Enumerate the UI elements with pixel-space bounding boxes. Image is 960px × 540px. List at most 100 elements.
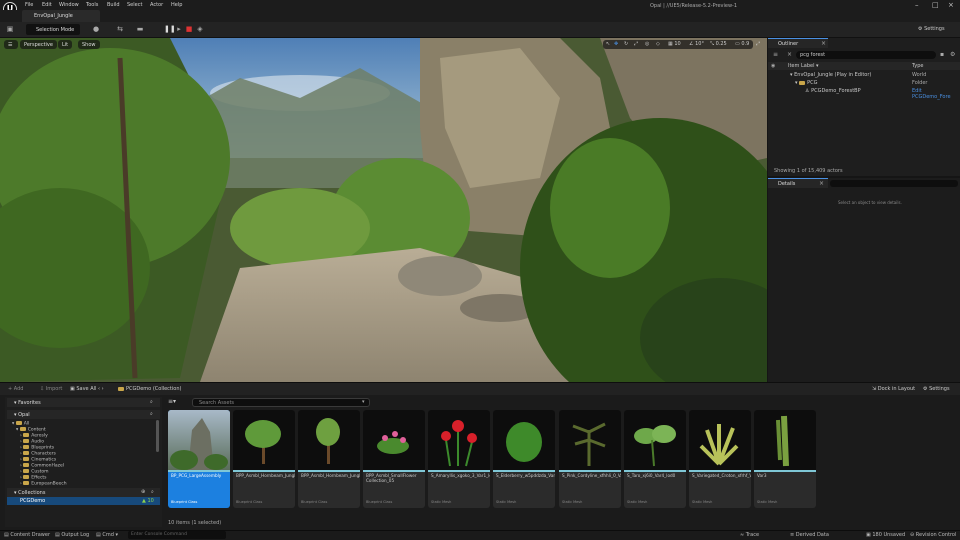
tree-item[interactable]: › EuropeanBeech: [20, 481, 67, 487]
tree-item-content[interactable]: ▾ Content: [16, 427, 46, 433]
gamepad-icon[interactable]: ◈: [196, 25, 204, 33]
level-tab[interactable]: EnvOpal_Jungle: [22, 10, 100, 22]
scale-icon[interactable]: ⤢: [634, 41, 638, 47]
cb-settings-button[interactable]: ⚙ Settings: [923, 386, 950, 392]
tree-item[interactable]: › Characters: [20, 451, 56, 457]
outliner-tab[interactable]: Outliner: [768, 38, 828, 48]
outliner-close-icon[interactable]: ×: [821, 40, 826, 47]
asset-tile[interactable]: BPP_Asmbl_SmallFlower Collection_05 Blue…: [363, 410, 425, 508]
outliner-row-world[interactable]: ▾ EnvOpal_Jungle (Play in Editor): [790, 72, 871, 79]
outliner-search-input[interactable]: pcg forest: [796, 51, 936, 59]
console-command-input[interactable]: Enter Console Command: [128, 531, 226, 539]
stop-icon[interactable]: ■: [185, 25, 193, 33]
menu-build[interactable]: Build: [107, 2, 120, 8]
menu-tools[interactable]: Tools: [86, 2, 98, 8]
item-label-column[interactable]: Item Label ▾: [788, 63, 819, 69]
add-folder-icon[interactable]: ▪: [940, 51, 944, 58]
show-button[interactable]: Show: [78, 40, 100, 49]
select-icon[interactable]: ↖: [606, 41, 610, 47]
maximize-icon[interactable]: □: [932, 1, 939, 9]
history-back-icon[interactable]: ‹ ›: [98, 386, 104, 392]
trace-button[interactable]: ≈ Trace: [740, 532, 759, 538]
clear-search-icon[interactable]: ×: [787, 51, 792, 58]
add-collection-icon[interactable]: ⊕: [141, 489, 145, 495]
filter-button[interactable]: ≡▾: [168, 398, 188, 407]
asset-search-input[interactable]: Search Assets: [192, 398, 370, 407]
lit-button[interactable]: Lit: [58, 40, 73, 49]
maximize-viewport-icon[interactable]: ⤢: [756, 41, 760, 47]
collection-path[interactable]: PCGDemo (Collection): [118, 386, 181, 392]
world-icon[interactable]: ◎: [645, 41, 649, 47]
details-search-input[interactable]: [830, 180, 958, 187]
selection-mode-dropdown[interactable]: Selection Mode: [26, 24, 80, 35]
unsaved-button[interactable]: ▣ 180 Unsaved: [866, 532, 905, 538]
menu-actor[interactable]: Actor: [150, 2, 163, 8]
revision-control-button[interactable]: ⊖ Revision Control: [910, 532, 956, 538]
edit-blueprint-link[interactable]: Edit PCGDemo_Fore: [912, 88, 960, 100]
derived-data-button[interactable]: ≡ Derived Data: [790, 532, 829, 538]
menu-help[interactable]: Help: [171, 2, 182, 8]
minimize-icon[interactable]: –: [915, 1, 919, 9]
type-column[interactable]: Type: [912, 63, 923, 69]
asset-tile[interactable]: S_Pink_Cordyline_xfhhli_0_Var4_lod0 Stat…: [559, 410, 621, 508]
asset-tile[interactable]: BPP_Asmbl_Hornbeam_JungleVersion_05 Blue…: [298, 410, 360, 508]
menu-file[interactable]: File: [25, 2, 33, 8]
tree-item[interactable]: › Custom: [20, 469, 48, 475]
rotation-snap-value[interactable]: ∠ 10°: [689, 41, 704, 47]
menu-edit[interactable]: Edit: [42, 2, 52, 8]
surface-snap-icon[interactable]: ◇: [656, 41, 660, 47]
favorites-section[interactable]: ▾ Favorites: [7, 398, 160, 407]
tree-item-all[interactable]: ▾ All: [12, 421, 29, 427]
tree-item[interactable]: › Aerosly: [20, 433, 48, 439]
perspective-button[interactable]: Perspective: [20, 40, 57, 49]
dock-in-layout-button[interactable]: ⇲ Dock in Layout: [872, 386, 915, 392]
visibility-column-icon[interactable]: ◉: [771, 63, 775, 69]
content-drawer-button[interactable]: ▤ Content Drawer: [4, 532, 50, 538]
asset-tile[interactable]: Var3 Static Mesh: [754, 410, 816, 508]
collection-item-pcgdemo[interactable]: PCGDemo: [7, 497, 160, 505]
project-section[interactable]: ▾ Opal: [7, 410, 160, 419]
viewport-menu-icon[interactable]: ☰: [4, 40, 18, 49]
step-icon[interactable]: ▸: [175, 25, 183, 33]
grid-snap-value[interactable]: ▦ 10: [668, 41, 681, 47]
favorites-search-icon[interactable]: ⌕: [150, 399, 153, 405]
save-icon[interactable]: ▣: [6, 25, 14, 33]
cinematics-icon[interactable]: ▬: [136, 25, 144, 33]
asset-tile[interactable]: S_Taro_xj6i0_Var4_lod0 Static Mesh: [624, 410, 686, 508]
collections-search-icon[interactable]: ⌕: [151, 489, 154, 495]
outliner-row-actor[interactable]: ♙ PCGDemo_ForestBP: [805, 88, 861, 95]
asset-tile[interactable]: S_Elderberry_w5pddzda_Var3_lod0 Static M…: [493, 410, 555, 508]
scale-snap-value[interactable]: ⤡ 0.25: [710, 41, 727, 47]
pause-icon[interactable]: ❚❚: [164, 25, 176, 33]
asset-tile[interactable]: S_Variegated_Croton_xfrhf_Var4_lod0 Stat…: [689, 410, 751, 508]
settings-button[interactable]: ⚙ Settings: [918, 26, 945, 32]
blueprint-icon[interactable]: ⇆: [116, 25, 124, 33]
translate-icon[interactable]: ✥: [614, 41, 618, 47]
cmd-dropdown[interactable]: ▤ Cmd ▾: [96, 532, 118, 538]
asset-tile[interactable]: BPP_Asmbl_Hornbeam_JungleVersion_03 Blue…: [233, 410, 295, 508]
tree-item[interactable]: › Cinematics: [20, 457, 56, 463]
project-search-icon[interactable]: ⌕: [150, 411, 153, 417]
search-dropdown-icon[interactable]: ▾: [362, 399, 365, 405]
asset-tile[interactable]: BP_PCG_LargeAssembly Blueprint Class: [168, 410, 230, 508]
tree-item[interactable]: › Effects: [20, 475, 47, 481]
close-icon[interactable]: ×: [948, 1, 954, 9]
add-actor-icon[interactable]: ●: [92, 25, 100, 33]
collections-section[interactable]: ▾ Collections: [7, 488, 160, 497]
add-button[interactable]: + Add: [8, 386, 23, 392]
level-viewport[interactable]: [0, 38, 767, 382]
outliner-row-folder[interactable]: ▾ PCG: [795, 80, 818, 87]
menu-window[interactable]: Window: [59, 2, 79, 8]
tree-item[interactable]: › Audio: [20, 439, 44, 445]
outliner-filter-icon[interactable]: ≡: [773, 51, 778, 58]
asset-tile[interactable]: S_Amaryllis_xgoko_3_Var1_lod0 Static Mes…: [428, 410, 490, 508]
tree-scrollbar[interactable]: [156, 420, 159, 452]
camera-speed-value[interactable]: ▭ 0.9: [735, 41, 749, 47]
rotate-icon[interactable]: ↻: [624, 41, 628, 47]
import-button[interactable]: ⇩ Import: [40, 386, 62, 392]
tree-item[interactable]: › Blueprints: [20, 445, 54, 451]
menu-select[interactable]: Select: [127, 2, 142, 8]
outliner-settings-icon[interactable]: ⚙: [950, 51, 955, 58]
tree-item[interactable]: › CommonHazel: [20, 463, 64, 469]
details-close-icon[interactable]: ×: [819, 180, 824, 187]
